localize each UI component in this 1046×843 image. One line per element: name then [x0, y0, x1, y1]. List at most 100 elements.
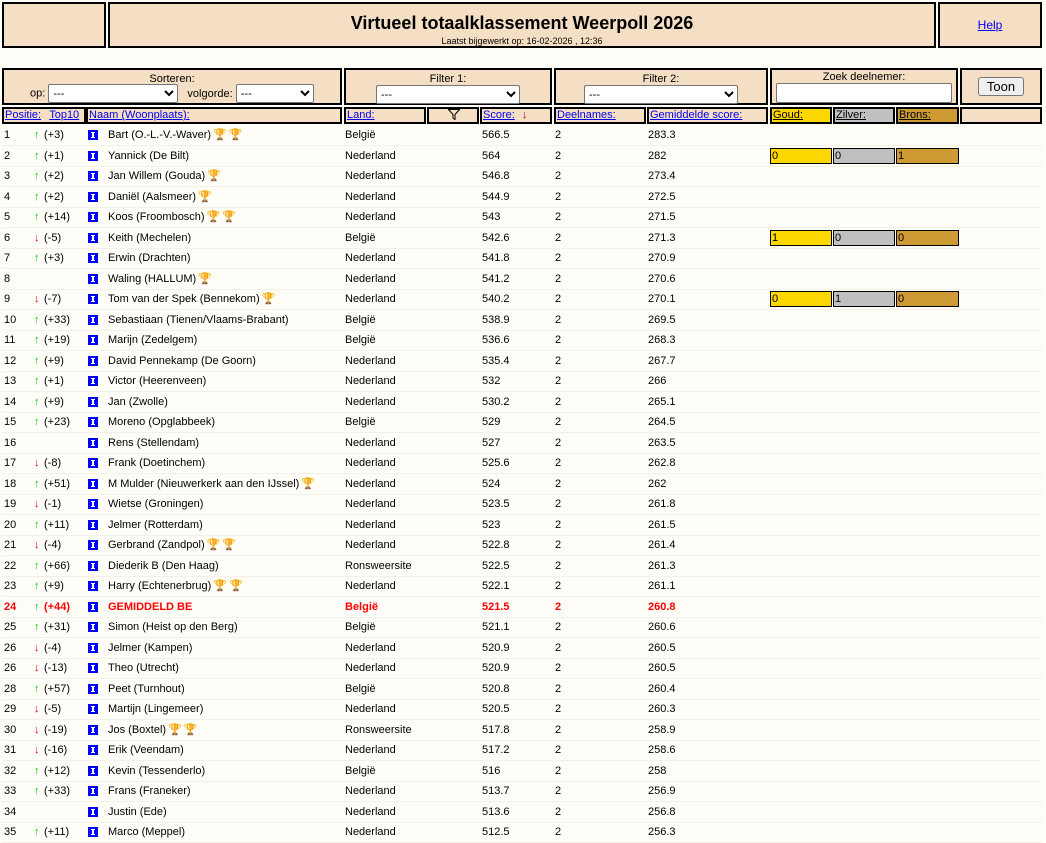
sort-position-link[interactable]: Positie: [5, 109, 41, 121]
participant-name[interactable]: Justin (Ede) [108, 802, 167, 822]
sort-order-select[interactable]: --- [235, 84, 314, 103]
details-icon[interactable] [88, 253, 98, 263]
participant-name[interactable]: Jan (Zwolle) [108, 392, 168, 412]
participant-name[interactable]: Frans (Franeker) [108, 781, 191, 801]
participant-name[interactable]: Marijn (Zedelgem) [108, 330, 197, 350]
sort-order-label: volgorde: [187, 87, 233, 100]
participant-name[interactable]: Jelmer (Kampen) [108, 638, 192, 658]
details-icon[interactable] [88, 417, 98, 427]
top10-link[interactable]: Top10 [49, 109, 79, 121]
sort-entries-link[interactable]: Deelnames: [557, 109, 616, 121]
participant-name[interactable]: Daniël (Aalsmeer) 🏆 [108, 187, 212, 207]
participant-name[interactable]: Theo (Utrecht) [108, 658, 179, 678]
sort-gold-link[interactable]: Goud: [773, 109, 803, 121]
details-icon[interactable] [88, 642, 98, 653]
sort-score-link[interactable]: Score: [483, 109, 515, 121]
participant-name[interactable]: Waling (HALLUM) 🏆 [108, 269, 212, 289]
bronze-count: 0 [896, 229, 959, 246]
participant-name[interactable]: Sebastiaan (Tienen/Vlaams-Brabant) [108, 310, 289, 330]
participant-name[interactable]: Moreno (Opglabbeek) [108, 412, 215, 432]
participant-name[interactable]: Diederik B (Den Haag) [108, 556, 219, 576]
details-icon[interactable] [88, 273, 98, 284]
participant-name[interactable]: Tom van der Spek (Bennekom) 🏆 [108, 289, 275, 309]
participant-name[interactable]: Yannick (De Bilt) [108, 146, 189, 166]
participant-name[interactable]: Simon (Heist op den Berg) [108, 617, 238, 637]
details-icon[interactable] [88, 355, 98, 366]
arrow-up-icon: ↑ [34, 416, 40, 428]
name-text: Diederik B (Den Haag) [108, 559, 219, 572]
details-icon[interactable] [88, 130, 98, 140]
details-icon[interactable] [88, 622, 98, 632]
rank-change: (-19) [44, 723, 68, 736]
search-input[interactable] [776, 83, 952, 103]
participant-name[interactable]: Marco (Meppel) [108, 822, 185, 842]
details-icon[interactable] [88, 314, 98, 325]
details-icon[interactable] [88, 704, 98, 714]
details-icon[interactable] [88, 827, 98, 837]
participant-name[interactable]: Wietse (Groningen) [108, 494, 203, 514]
participant-name[interactable]: Koos (Froombosch) 🏆 🏆 [108, 207, 236, 227]
position: 24 [4, 600, 17, 613]
country-filter-button[interactable] [427, 107, 479, 124]
details-icon[interactable] [88, 786, 98, 796]
details-icon[interactable] [88, 294, 98, 304]
participant-name[interactable]: M Mulder (Nieuwerkerk aan den IJssel) 🏆 [108, 474, 315, 494]
details-icon[interactable] [88, 601, 98, 612]
details-icon[interactable] [88, 150, 98, 161]
show-button[interactable]: Toon [977, 77, 1025, 96]
participant-name[interactable]: Gerbrand (Zandpol) 🏆 🏆 [108, 535, 236, 555]
sort-name-link[interactable]: Naam (Woonplaats): [89, 109, 190, 121]
details-icon[interactable] [88, 745, 98, 755]
details-icon[interactable] [88, 765, 98, 776]
details-icon[interactable] [88, 478, 98, 489]
participant-name[interactable]: David Pennekamp (De Goorn) [108, 351, 256, 371]
avg-score: 258.9 [648, 723, 676, 736]
filter1-select[interactable]: --- [376, 85, 520, 104]
details-icon[interactable] [88, 581, 98, 591]
participant-name[interactable]: Bart (O.-L.-V.-Waver) 🏆 🏆 [108, 125, 243, 145]
sort-bronze-link[interactable]: Brons: [899, 109, 931, 121]
details-icon[interactable] [88, 560, 98, 571]
details-icon[interactable] [88, 191, 98, 202]
details-icon[interactable] [88, 724, 98, 735]
details-icon[interactable] [88, 232, 98, 243]
avg-score: 263.5 [648, 436, 676, 449]
participant-name[interactable]: Victor (Heerenveen) [108, 371, 206, 391]
country: Nederland [345, 662, 396, 674]
details-icon[interactable] [88, 212, 98, 222]
details-icon[interactable] [88, 437, 98, 448]
details-icon[interactable] [88, 458, 98, 468]
details-icon[interactable] [88, 376, 98, 386]
sort-country-link[interactable]: Land: [347, 109, 375, 121]
participant-name[interactable]: Rens (Stellendam) [108, 433, 199, 453]
score: 522.8 [482, 539, 510, 551]
details-icon[interactable] [88, 519, 98, 530]
participant-name[interactable]: Keith (Mechelen) [108, 228, 191, 248]
participant-name[interactable]: Erik (Veendam) [108, 740, 184, 760]
details-icon[interactable] [88, 171, 98, 181]
participant-name[interactable]: Kevin (Tessenderlo) [108, 761, 205, 781]
sort-avg-link[interactable]: Gemiddelde score: [650, 109, 742, 121]
participant-name[interactable]: Jelmer (Rotterdam) [108, 515, 203, 535]
details-icon[interactable] [88, 335, 98, 345]
help-link[interactable]: Help [978, 18, 1003, 32]
participant-name[interactable]: Frank (Doetinchem) [108, 453, 205, 473]
participant-name[interactable]: Harry (Echtenerbrug) 🏆 🏆 [108, 576, 243, 596]
participant-name[interactable]: Erwin (Drachten) [108, 248, 191, 268]
sort-op-select[interactable]: --- [48, 84, 179, 103]
participant-name[interactable]: Peet (Turnhout) [108, 679, 185, 699]
details-icon[interactable] [88, 540, 98, 550]
details-icon[interactable] [88, 663, 98, 673]
participant-name[interactable]: Jan Willem (Gouda) 🏆 [108, 166, 221, 186]
details-icon[interactable] [88, 396, 98, 407]
avg-score: 271.5 [648, 211, 676, 223]
details-icon[interactable] [88, 683, 98, 694]
participant-name[interactable]: Jos (Boxtel) 🏆 🏆 [108, 720, 197, 740]
participant-name[interactable]: Martijn (Lingemeer) [108, 699, 203, 719]
details-icon[interactable] [88, 499, 98, 509]
details-icon[interactable] [88, 806, 98, 817]
participant-name[interactable]: GEMIDDELD BE [108, 597, 192, 617]
arrow-up-icon: ↑ [34, 682, 40, 695]
filter2-select[interactable]: --- [584, 85, 738, 104]
sort-silver-link[interactable]: Zilver: [836, 109, 866, 121]
